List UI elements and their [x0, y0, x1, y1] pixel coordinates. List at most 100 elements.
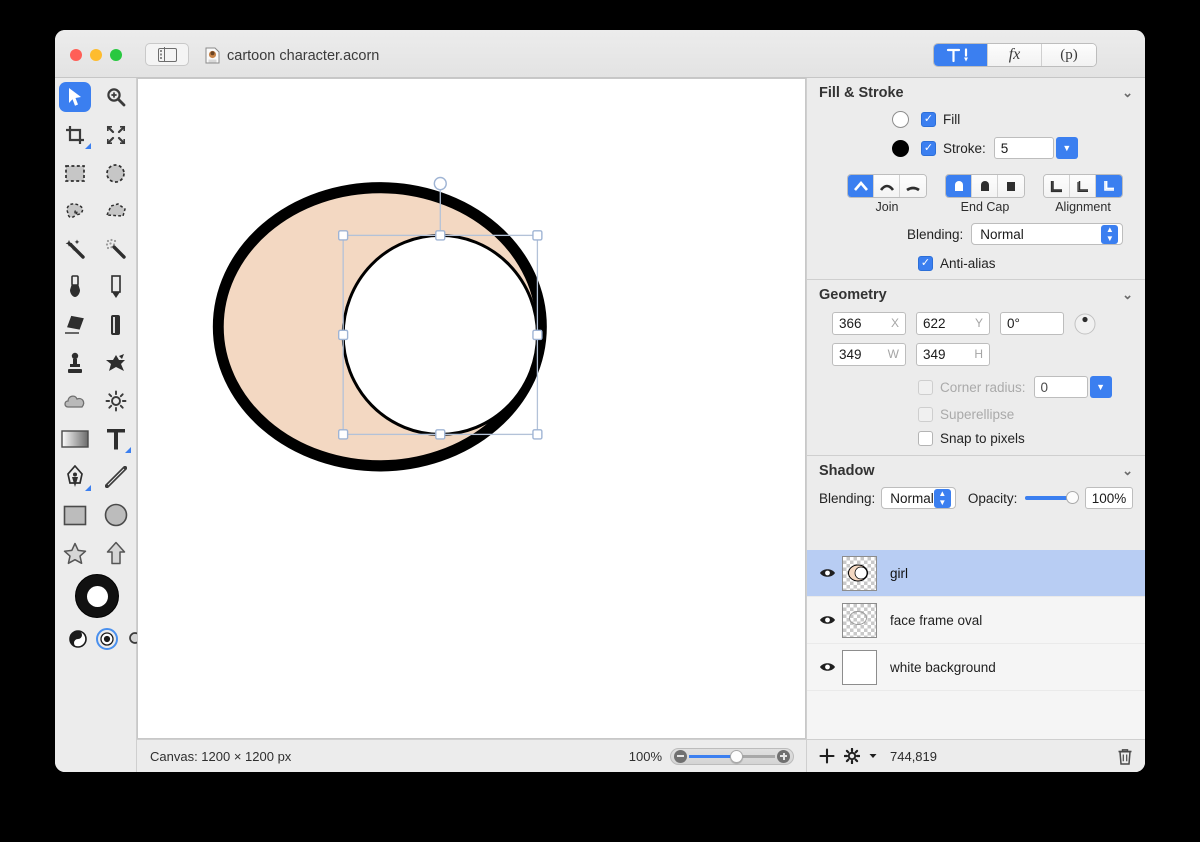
stroke-checkbox[interactable]: ✓ [921, 140, 936, 156]
join-miter[interactable] [848, 175, 874, 197]
dodge-tool[interactable] [96, 382, 137, 420]
align-center[interactable] [1070, 175, 1096, 197]
fill-checkbox[interactable]: ✓ [921, 112, 936, 127]
pen-tool[interactable] [55, 458, 96, 496]
join-bevel[interactable] [900, 175, 926, 197]
handle-top-right[interactable] [532, 230, 543, 241]
layer-visibility-toggle[interactable] [817, 661, 837, 673]
handle-bottom-center[interactable] [435, 429, 446, 440]
arrow-shape-tool[interactable] [96, 534, 137, 572]
eraser-tool[interactable] [96, 306, 137, 344]
stroke-width-input[interactable]: 5 [993, 137, 1054, 159]
crop-tool[interactable] [55, 116, 96, 154]
ellipse-shape-tool[interactable] [96, 496, 137, 534]
minimize-button[interactable] [90, 49, 102, 61]
magic-wand-tool[interactable] [55, 230, 96, 268]
brush-tool[interactable] [55, 268, 96, 306]
swap-colors-control[interactable] [67, 628, 89, 650]
zoom-thumb[interactable] [730, 749, 744, 763]
endcap-buttons[interactable] [945, 174, 1025, 198]
smudge-tool[interactable] [96, 344, 137, 382]
lasso-tool[interactable] [55, 192, 96, 230]
palette-segment[interactable]: (p) [1042, 44, 1096, 66]
blur-tool[interactable] [55, 382, 96, 420]
rectangle-shape-tool[interactable] [55, 496, 96, 534]
instant-alpha-tool[interactable] [96, 230, 137, 268]
inspector-segmented-control[interactable]: fx (p) [933, 43, 1097, 67]
shadow-blending-popup[interactable]: Normal ▲ ▼ [881, 487, 956, 509]
stroke-width-stepper[interactable]: ▼ [1055, 137, 1078, 159]
line-tool[interactable] [96, 458, 137, 496]
fill-stroke-header[interactable]: Fill & Stroke ⌄ [807, 78, 1145, 108]
chevron-down-icon[interactable]: ⌄ [1122, 287, 1133, 303]
handle-top-left[interactable] [338, 230, 349, 241]
handle-middle-right[interactable] [532, 329, 543, 341]
rotation-handle[interactable] [433, 176, 447, 191]
clone-stamp-tool[interactable] [55, 344, 96, 382]
color-mode-control[interactable] [96, 628, 118, 650]
align-outside[interactable] [1096, 175, 1122, 197]
handle-bottom-left[interactable] [338, 429, 349, 440]
geometry-y-field[interactable]: 622 Y [916, 312, 990, 335]
polygon-lasso-tool[interactable] [96, 192, 137, 230]
fill-color-swatch[interactable] [892, 111, 909, 128]
inner-circle-shape[interactable] [341, 233, 539, 436]
layer-row-face-frame-oval[interactable]: face frame oval [807, 597, 1145, 644]
close-button[interactable] [70, 49, 82, 61]
zoom-tool[interactable] [96, 78, 137, 116]
maximize-button[interactable] [110, 49, 122, 61]
gradient-tool[interactable] [55, 420, 96, 458]
corner-radius-stepper[interactable]: ▼ [1089, 376, 1112, 398]
paint-bucket-tool[interactable] [55, 306, 96, 344]
cap-round[interactable] [946, 175, 972, 197]
shadow-header[interactable]: Shadow ⌄ [807, 456, 1145, 486]
tools-segment[interactable] [934, 44, 988, 66]
handle-bottom-right[interactable] [532, 429, 543, 440]
anti-alias-checkbox[interactable]: ✓ [918, 256, 933, 271]
elliptical-selection-tool[interactable] [96, 154, 137, 192]
geometry-rotation-value[interactable]: 0° [1000, 312, 1064, 335]
layers-list[interactable]: girl face frame oval white background [807, 550, 1145, 739]
snap-to-pixels-checkbox[interactable] [918, 431, 933, 446]
foreground-background-color-swatch[interactable] [75, 574, 119, 618]
geometry-x-field[interactable]: 366 X [832, 312, 906, 335]
trash-icon[interactable] [1117, 748, 1133, 765]
sidebar-toggle-button[interactable] [145, 43, 189, 66]
effects-segment[interactable]: fx [988, 44, 1042, 66]
layer-row-white-background[interactable]: white background [807, 644, 1145, 691]
star-shape-tool[interactable] [55, 534, 96, 572]
geometry-header[interactable]: Geometry ⌄ [807, 280, 1145, 310]
join-round[interactable] [874, 175, 900, 197]
resize-tool[interactable] [96, 116, 137, 154]
zoom-slider[interactable] [670, 747, 794, 765]
chevron-down-icon[interactable]: ⌄ [1122, 85, 1133, 101]
chevron-down-icon[interactable]: ⌄ [1122, 463, 1133, 479]
alignment-buttons[interactable] [1043, 174, 1123, 198]
move-tool[interactable] [55, 78, 96, 116]
blending-popup[interactable]: Normal ▲ ▼ [971, 223, 1124, 245]
zoom-in-icon[interactable] [777, 749, 790, 763]
rectangular-selection-tool[interactable] [55, 154, 96, 192]
geometry-h-field[interactable]: 349 H [916, 343, 990, 366]
canvas-area[interactable] [137, 78, 806, 739]
layer-visibility-toggle[interactable] [817, 567, 837, 579]
chevron-down-icon[interactable] [869, 753, 877, 759]
join-buttons[interactable] [847, 174, 927, 198]
plus-icon[interactable] [819, 748, 835, 764]
cap-butt[interactable] [972, 175, 998, 197]
stroke-color-swatch[interactable] [892, 139, 909, 157]
opacity-thumb[interactable] [1066, 491, 1079, 504]
handle-top-center[interactable] [435, 230, 446, 241]
align-inside[interactable] [1044, 175, 1070, 197]
handle-middle-left[interactable] [338, 329, 349, 341]
zoom-track[interactable] [689, 749, 775, 763]
opacity-slider[interactable] [1025, 491, 1079, 504]
corner-radius-input[interactable]: 0 [1033, 376, 1088, 398]
geometry-w-field[interactable]: 349 W [832, 343, 906, 366]
text-tool[interactable] [96, 420, 137, 458]
geometry-rotation-field[interactable]: 0° [1000, 312, 1064, 335]
layer-row-girl[interactable]: girl [807, 550, 1145, 597]
zoom-out-icon[interactable] [674, 749, 687, 763]
layer-visibility-toggle[interactable] [817, 614, 837, 626]
cap-square[interactable] [998, 175, 1024, 197]
